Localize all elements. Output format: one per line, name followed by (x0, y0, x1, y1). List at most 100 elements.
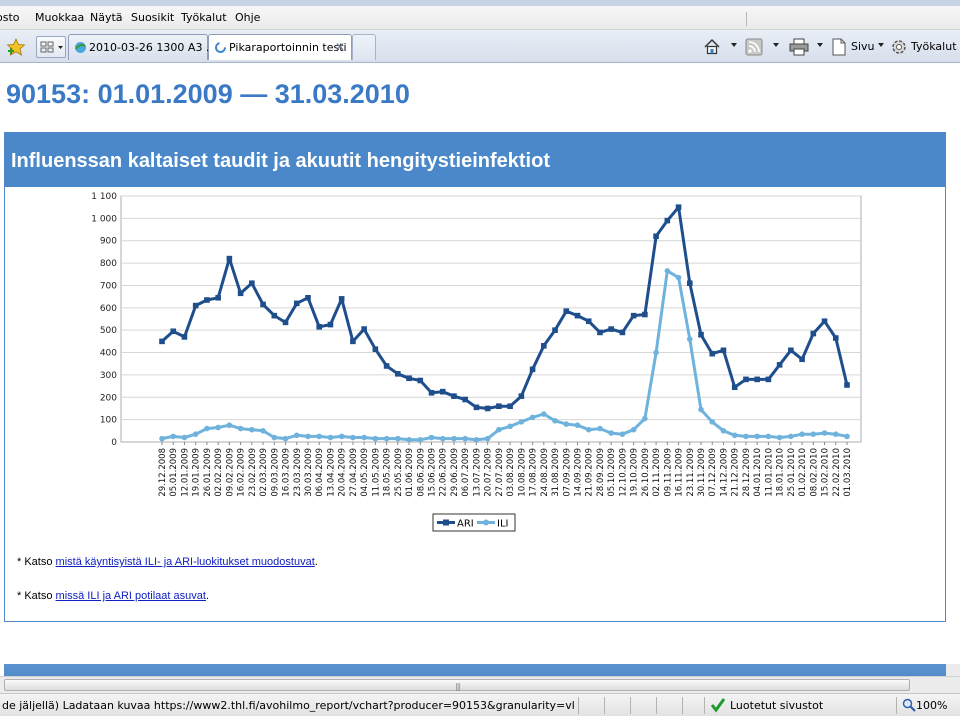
data-point-ili (720, 428, 727, 434)
classification-link[interactable]: mistä käyntisyistä ILI- ja ARI-luokituks… (56, 556, 315, 568)
data-point-ili (664, 268, 671, 274)
status-divider (704, 697, 705, 714)
menu-file[interactable]: osto (0, 11, 20, 24)
browser-window: osto Muokkaa Näytä Suosikit Työkalut Ohj… (0, 0, 960, 716)
data-point-ili (709, 419, 716, 425)
x-tick-label: 27.04.2009 (349, 448, 359, 497)
status-bar: de jäljellä) Ladataan kuvaa https://www2… (0, 693, 960, 716)
security-zone[interactable]: Luotetut sivustot (730, 699, 823, 712)
data-point-ili (585, 426, 592, 433)
data-point-ili (473, 436, 480, 443)
menu-tools[interactable]: Työkalut (181, 11, 227, 24)
y-tick-label: 1 000 (91, 214, 117, 224)
y-tick-label: 900 (100, 237, 117, 247)
data-point-ari (316, 324, 323, 330)
page-menu-button[interactable]: Sivu (831, 38, 887, 56)
home-button[interactable] (703, 38, 739, 56)
data-point-ari (462, 396, 468, 403)
chevron-down-icon[interactable] (731, 43, 737, 47)
data-point-ari (361, 326, 367, 332)
x-tick-label: 18.01.2010 (776, 448, 786, 497)
data-point-ili (293, 432, 300, 439)
report-panel: Influenssan kaltaiset taudit ja akuutit … (4, 132, 946, 622)
print-button[interactable] (789, 38, 827, 56)
data-point-ari (473, 404, 480, 411)
x-tick-label: 16.02.2009 (237, 448, 247, 497)
plot-area (120, 195, 862, 443)
quick-tabs-button[interactable] (36, 36, 66, 58)
y-tick-label: 700 (100, 281, 117, 291)
x-tick-label: 25.05.2009 (394, 448, 404, 497)
x-tick-label: 02.11.2009 (652, 448, 662, 497)
data-point-ili (305, 433, 311, 440)
feeds-button[interactable] (745, 38, 783, 56)
favorites-star-icon[interactable] (6, 38, 26, 56)
ie-page-icon (75, 42, 86, 53)
menu-view[interactable]: Näytä (90, 11, 123, 24)
data-point-ari (204, 297, 210, 303)
data-point-ili (204, 425, 210, 432)
tools-menu-button[interactable]: Työkalut (890, 38, 958, 56)
menu-edit[interactable]: Muokkaa (35, 11, 84, 24)
x-tick-label: 03.08.2009 (506, 448, 516, 497)
data-point-ari (159, 338, 165, 345)
legend-label: ARI (457, 519, 474, 530)
data-point-ari (350, 338, 356, 345)
scrollbar-thumb[interactable]: ||| (4, 679, 910, 691)
data-point-ili (170, 433, 177, 440)
data-point-ari (720, 347, 727, 354)
x-tick-label: 01.06.2009 (405, 448, 415, 497)
data-point-ari (608, 326, 614, 332)
data-point-ili (350, 434, 356, 441)
y-tick-label: 300 (100, 371, 117, 381)
x-tick-label: 26.01.2009 (203, 448, 213, 497)
menu-favorites[interactable]: Suosikit (131, 11, 174, 24)
data-point-ili (574, 422, 581, 429)
tab-pikaraportoinnin-testi[interactable]: Pikaraportoinnin testi ✕ (208, 34, 352, 60)
tab-label: 2010-03-26 1300 A3 ... (89, 41, 217, 54)
patient-residence-link[interactable]: missä ILI ja ARI potilaat asuvat (56, 590, 206, 602)
horizontal-scrollbar[interactable]: ||| (0, 676, 960, 693)
data-point-ari (484, 405, 491, 412)
page-menu-label: Sivu (851, 40, 875, 53)
x-tick-label: 24.08.2009 (540, 448, 550, 497)
data-point-ili (249, 426, 255, 433)
x-tick-label: 13.04.2009 (326, 448, 336, 497)
x-tick-label: 18.05.2009 (383, 448, 393, 497)
data-point-ari (215, 294, 221, 301)
data-point-ili (821, 430, 828, 436)
y-tick-label: 600 (100, 304, 117, 314)
x-tick-label: 13.07.2009 (472, 448, 482, 497)
data-point-ari (552, 327, 558, 333)
menu-bar: osto Muokkaa Näytä Suosikit Työkalut Ohj… (0, 6, 960, 30)
x-tick-label: 02.02.2009 (214, 448, 224, 497)
page-title: 90153: 01.01.2009 — 31.03.2010 (6, 79, 410, 109)
data-point-ari (372, 346, 379, 352)
zoom-level[interactable]: 100% (916, 699, 947, 712)
data-point-ili (159, 435, 165, 442)
new-tab-button[interactable] (352, 34, 376, 60)
data-point-ili (496, 426, 502, 433)
chevron-down-icon[interactable] (773, 43, 779, 47)
x-tick-label: 06.07.2009 (461, 448, 471, 497)
chevron-down-icon[interactable] (817, 43, 823, 47)
menu-help[interactable]: Ohje (235, 11, 260, 24)
y-tick-label: 400 (100, 349, 117, 359)
tab-report-2010-03-26[interactable]: 2010-03-26 1300 A3 ... (68, 34, 216, 60)
data-point-ari (518, 393, 525, 399)
close-tab-icon[interactable]: ✕ (335, 40, 345, 54)
page-icon (832, 38, 846, 56)
data-point-ari (237, 290, 244, 297)
data-point-ari (585, 318, 592, 325)
data-point-ari (844, 382, 850, 388)
legend-marker (443, 519, 449, 526)
x-tick-label: 01.03.2010 (843, 448, 853, 497)
data-point-ari (181, 334, 188, 340)
x-tick-label: 23.11.2009 (686, 448, 696, 497)
data-point-ari (451, 393, 457, 399)
data-point-ili (529, 414, 536, 421)
data-point-ili (731, 432, 738, 439)
data-point-ari (282, 319, 289, 326)
legend-label: ILI (497, 519, 508, 530)
x-tick-label: 11.01.2010 (764, 448, 774, 497)
